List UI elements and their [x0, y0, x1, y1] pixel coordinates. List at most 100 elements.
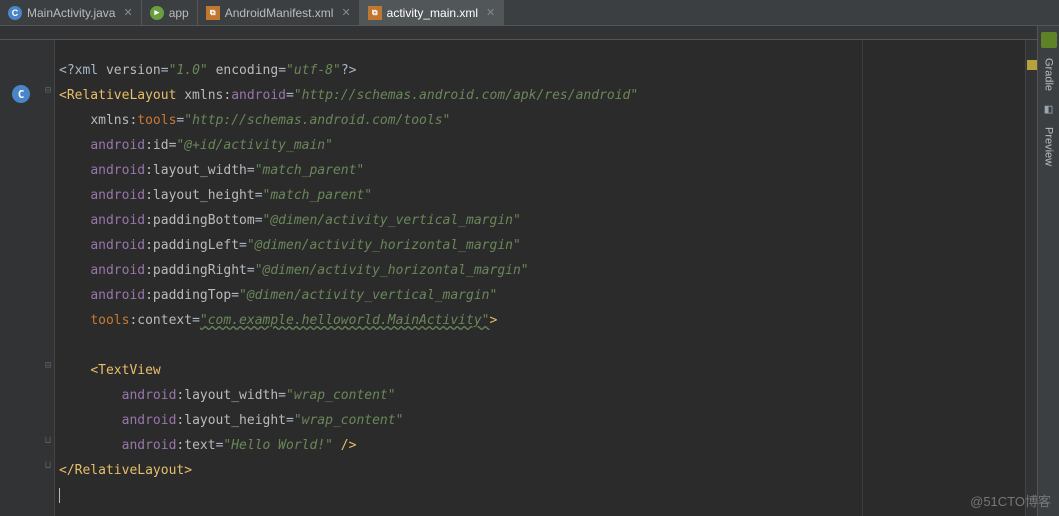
eq: = [192, 313, 200, 328]
self-close: /> [333, 438, 356, 453]
tab-manifest[interactable]: ⧉ AndroidManifest.xml ✕ [198, 0, 360, 25]
breadcrumb-bar [0, 26, 1037, 40]
v-lh: "match_parent" [263, 188, 373, 203]
pi-version-val: "1.0" [169, 63, 208, 78]
eq: = [278, 388, 286, 403]
main-area: C ⊟ ⊟ ⊔ ⊔ <?xml version="1.0" encoding="… [0, 26, 1059, 516]
right-margin-guide [862, 40, 863, 516]
attr-lh: :layout_height [145, 188, 255, 203]
editor-area: C ⊟ ⊟ ⊔ ⊔ <?xml version="1.0" encoding="… [0, 26, 1037, 516]
attr-ns: android [90, 238, 145, 253]
v-id: "@+id/activity_main" [176, 138, 333, 153]
attr-pb: :paddingBottom [145, 213, 255, 228]
attr-pt: :paddingTop [145, 288, 231, 303]
bracket: < [59, 88, 67, 103]
tab-mainactivity[interactable]: C MainActivity.java ✕ [0, 0, 142, 25]
root-close-tag: RelativeLayout [75, 463, 185, 478]
preview-icon[interactable]: ◧ [1041, 101, 1057, 117]
close-icon[interactable]: ✕ [341, 6, 350, 19]
attr-lh: :layout_height [176, 413, 286, 428]
close-icon[interactable]: ✕ [123, 6, 132, 19]
v-ctx: "com.example.helloworld.MainActivity" [200, 313, 490, 328]
ns-tools: tools [137, 113, 176, 128]
tv-lw-v: "wrap_content" [286, 388, 396, 403]
module-icon: ▸ [150, 6, 164, 20]
fold-toggle-icon[interactable]: ⊟ [45, 85, 51, 96]
close-icon[interactable]: ✕ [486, 6, 495, 19]
tv-tag: TextView [98, 363, 161, 378]
pi-open: <? [59, 63, 75, 78]
attr-pl: :paddingLeft [145, 238, 239, 253]
class-icon: C [8, 6, 22, 20]
attr-ns: android [122, 413, 177, 428]
eq: = [286, 413, 294, 428]
related-class-icon[interactable]: C [12, 85, 30, 103]
attr-ns: android [90, 188, 145, 203]
v-pr: "@dimen/activity_horizontal_margin" [255, 263, 529, 278]
tab-app[interactable]: ▸ app [142, 0, 198, 25]
eq: = [247, 163, 255, 178]
xmlns: xmlns: [184, 88, 231, 103]
tv-lh-v: "wrap_content" [294, 413, 404, 428]
caret [59, 488, 60, 503]
pi-close: ?> [341, 63, 357, 78]
pi-name: xml [75, 63, 98, 78]
attr-lw: :layout_width [145, 163, 247, 178]
attr-ns: android [90, 163, 145, 178]
tab-label: activity_main.xml [387, 6, 478, 20]
fold-end-icon[interactable]: ⊔ [45, 435, 51, 446]
close-angle: > [490, 313, 498, 328]
attr-ns: android [122, 388, 177, 403]
eq: = [239, 238, 247, 253]
eq: = [161, 63, 169, 78]
root-tag: RelativeLayout [67, 88, 177, 103]
gradle-tool-button[interactable]: Gradle [1043, 58, 1055, 91]
xmlns: xmlns: [90, 113, 137, 128]
attr-ns: android [90, 288, 145, 303]
v-lw: "match_parent" [255, 163, 365, 178]
bracket: < [90, 363, 98, 378]
pi-encoding-key: encoding [216, 63, 279, 78]
watermark: @51CTO博客 [970, 491, 1051, 510]
xml-icon: ⧉ [206, 6, 220, 20]
eq: = [247, 263, 255, 278]
bracket: </ [59, 463, 75, 478]
attr-ns: android [90, 213, 145, 228]
editor-body: C ⊟ ⊟ ⊔ ⊔ <?xml version="1.0" encoding="… [0, 40, 1037, 516]
tab-label: app [169, 6, 189, 20]
bracket: > [184, 463, 192, 478]
pi-encoding-val: "utf-8" [286, 63, 341, 78]
v-ns-tools: "http://schemas.android.com/tools" [184, 113, 450, 128]
attr-ns: android [122, 438, 177, 453]
attr-ns: android [90, 138, 145, 153]
eq: = [278, 63, 286, 78]
pi-version-key: version [106, 63, 161, 78]
gradle-icon[interactable] [1041, 32, 1057, 48]
v-text: "Hello World!" [223, 438, 333, 453]
preview-tool-button[interactable]: Preview [1043, 127, 1055, 166]
attr-ns: android [90, 263, 145, 278]
tab-label: AndroidManifest.xml [225, 6, 334, 20]
eq: = [231, 288, 239, 303]
attr-ctx: :context [129, 313, 192, 328]
right-tool-strip: Gradle ◧ Preview [1037, 26, 1059, 516]
ns-android: android [231, 88, 286, 103]
v-pl: "@dimen/activity_horizontal_margin" [247, 238, 521, 253]
v-pt: "@dimen/activity_vertical_margin" [239, 288, 497, 303]
warning-marker-icon[interactable] [1027, 60, 1037, 70]
fold-toggle-icon[interactable]: ⊟ [45, 360, 51, 371]
eq: = [286, 88, 294, 103]
fold-end-icon[interactable]: ⊔ [45, 460, 51, 471]
eq: = [255, 213, 263, 228]
attr-text: :text [176, 438, 215, 453]
attr-pr: :paddingRight [145, 263, 247, 278]
tab-activity-main[interactable]: ⧉ activity_main.xml ✕ [360, 0, 505, 25]
error-stripe[interactable] [1025, 40, 1037, 516]
attr-ns-tools: tools [90, 313, 129, 328]
v-pb: "@dimen/activity_vertical_margin" [263, 213, 521, 228]
v-ns-android: "http://schemas.android.com/apk/res/andr… [294, 88, 638, 103]
code-editor[interactable]: <?xml version="1.0" encoding="utf-8"?> <… [55, 40, 1025, 516]
eq: = [255, 188, 263, 203]
editor-tabs: C MainActivity.java ✕ ▸ app ⧉ AndroidMan… [0, 0, 1059, 26]
gutter: C ⊟ ⊟ ⊔ ⊔ [0, 40, 55, 516]
